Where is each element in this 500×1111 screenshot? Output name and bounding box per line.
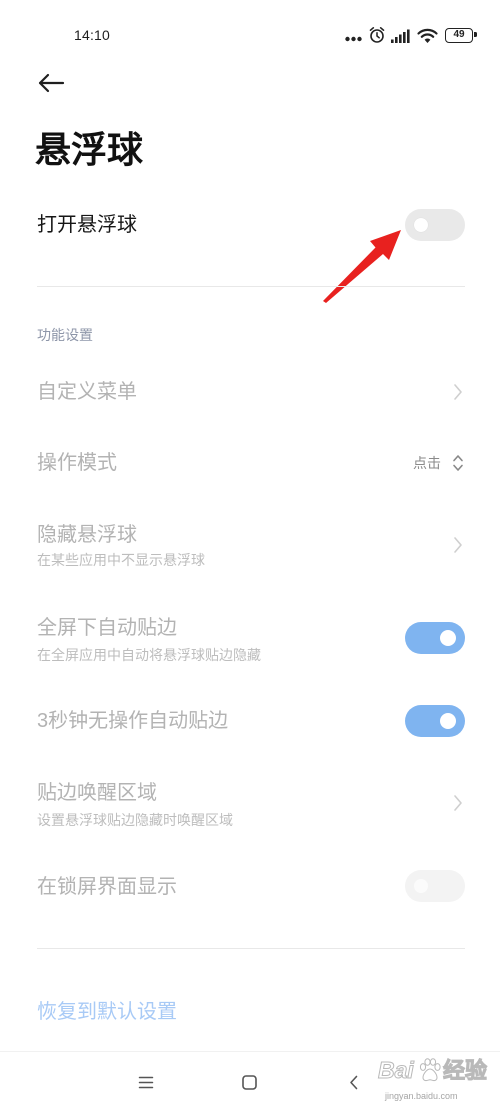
chevron-right-icon [454, 384, 462, 400]
master-switch-row[interactable]: 打开悬浮球 [0, 190, 500, 260]
setting-row-fullscreen-auto-edge[interactable]: 全屏下自动贴边 在全屏应用中自动将悬浮球贴边隐藏 [0, 598, 500, 678]
toggle-knob [414, 879, 428, 893]
wifi-icon [417, 28, 438, 43]
setting-title: 操作模式 [37, 452, 117, 474]
nav-back-button[interactable] [336, 1066, 370, 1098]
back-icon [350, 1075, 358, 1090]
setting-row-hide-ball[interactable]: 隐藏悬浮球 在某些应用中不显示悬浮球 [0, 505, 500, 585]
setting-title: 隐藏悬浮球 [37, 524, 137, 546]
chevron-right-icon [454, 795, 462, 811]
reset-defaults-link[interactable]: 恢复到默认设置 [37, 999, 177, 1025]
divider [37, 286, 465, 287]
setting-row-idle-auto-edge[interactable]: 3秒钟无操作自动贴边 [0, 686, 500, 756]
chevron-right-icon [454, 537, 462, 553]
setting-row-lockscreen-display[interactable]: 在锁屏界面显示 [0, 852, 500, 922]
section-title: 功能设置 [37, 327, 93, 343]
toggle-knob [414, 218, 428, 232]
baidu-jingyan-watermark: Bai 经验 jingyan.baidu.com [378, 1054, 498, 1108]
setting-subtitle: 设置悬浮球贴边隐藏时唤醒区域 [37, 812, 233, 828]
nav-menu-button[interactable] [128, 1066, 164, 1098]
divider [37, 948, 465, 949]
watermark-logo-text: Bai [378, 1057, 415, 1084]
page-title: 悬浮球 [35, 129, 144, 170]
home-icon [242, 1075, 257, 1090]
setting-title: 全屏下自动贴边 [37, 617, 177, 639]
setting-row-operation-mode[interactable]: 操作模式 点击 [0, 428, 500, 498]
battery-icon: 49 [445, 28, 477, 43]
master-switch-label: 打开悬浮球 [37, 214, 137, 236]
setting-row-wake-area[interactable]: 贴边唤醒区域 设置悬浮球贴边隐藏时唤醒区域 [0, 763, 500, 843]
watermark-logo-suffix: 经验 [442, 1058, 488, 1084]
reset-defaults-row[interactable]: 恢复到默认设置 [0, 977, 500, 1047]
toggle-knob [440, 630, 456, 646]
setting-subtitle: 在某些应用中不显示悬浮球 [37, 552, 205, 568]
up-down-chevron-icon [453, 455, 463, 471]
status-time: 14:10 [74, 27, 111, 43]
menu-icon [138, 1076, 154, 1089]
more-dots-icon [345, 36, 362, 42]
setting-title: 在锁屏界面显示 [37, 876, 177, 898]
signal-icon [391, 29, 410, 43]
idle-auto-edge-toggle[interactable] [405, 705, 465, 737]
operation-mode-value[interactable]: 点击 [413, 454, 441, 472]
setting-title: 3秒钟无操作自动贴边 [37, 710, 229, 732]
nav-home-button[interactable] [231, 1066, 267, 1098]
watermark-site: jingyan.baidu.com [385, 1091, 458, 1101]
setting-title: 贴边唤醒区域 [37, 782, 157, 804]
master-switch-toggle[interactable] [405, 209, 465, 241]
toggle-knob [440, 713, 456, 729]
setting-title: 自定义菜单 [37, 381, 137, 403]
fullscreen-auto-edge-toggle[interactable] [405, 622, 465, 654]
back-arrow-icon [38, 73, 65, 93]
setting-row-custom-menu[interactable]: 自定义菜单 [0, 357, 500, 427]
battery-level: 49 [453, 29, 465, 40]
alarm-icon [369, 27, 385, 43]
back-button[interactable] [29, 64, 73, 102]
red-arrow-icon [323, 230, 401, 303]
setting-subtitle: 在全屏应用中自动将悬浮球贴边隐藏 [37, 647, 261, 663]
baidu-paw-icon [419, 1058, 441, 1082]
lockscreen-display-toggle[interactable] [405, 870, 465, 902]
nav-bar-divider [0, 1051, 500, 1052]
